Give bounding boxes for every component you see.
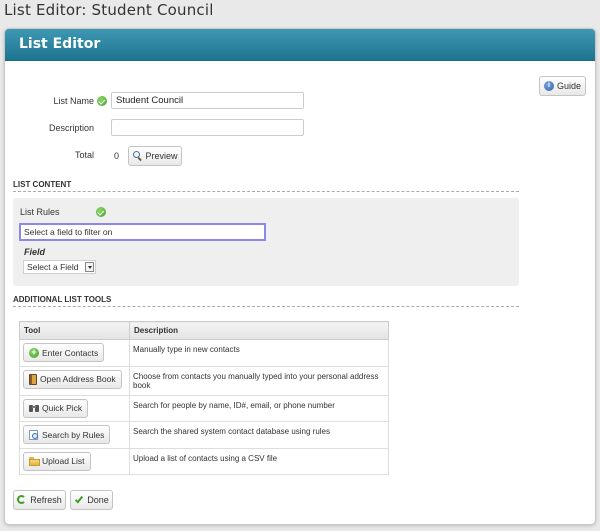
list-content-heading: LIST CONTENT	[13, 180, 72, 189]
enter-contacts-label: Enter Contacts	[42, 347, 99, 358]
open-address-book-button[interactable]: Open Address Book	[23, 369, 122, 389]
add-icon: +	[29, 347, 39, 358]
open-address-book-description: Choose from contacts you manually typed …	[129, 365, 389, 396]
card-title: List Editor	[19, 36, 101, 52]
filter-field-box[interactable]: Select a field to filter on	[19, 223, 266, 241]
table-row: Search by Rules Search the shared system…	[19, 421, 389, 449]
guide-button-label: Guide	[556, 81, 582, 91]
list-name-input[interactable]	[111, 92, 304, 109]
refresh-button[interactable]: Refresh	[13, 490, 66, 510]
done-button[interactable]: Done	[70, 490, 113, 510]
preview-button[interactable]: Preview	[128, 146, 182, 166]
page-title: List Editor: Student Council	[4, 1, 214, 19]
quick-pick-button[interactable]: Quick Pick	[23, 398, 89, 418]
search-rules-icon	[29, 429, 39, 440]
info-icon: i	[543, 81, 554, 91]
refresh-button-label: Refresh	[30, 495, 62, 505]
field-select[interactable]: Select a Field	[23, 260, 96, 274]
description-input[interactable]	[111, 119, 304, 136]
table-row: Quick Pick Search for people by name, ID…	[19, 394, 389, 422]
list-name-label: List Name	[53, 96, 94, 106]
tool-column-header: Tool	[19, 321, 130, 340]
preview-button-label: Preview	[145, 151, 178, 161]
enter-contacts-button[interactable]: + Enter Contacts	[23, 343, 105, 362]
list-rules-valid-icon	[96, 207, 106, 217]
description-column-header: Description	[129, 321, 389, 340]
enter-contacts-description: Manually type in new contacts	[129, 339, 389, 367]
field-label: Field	[24, 247, 46, 257]
quick-pick-label: Quick Pick	[42, 403, 83, 413]
search-by-rules-description: Search the shared system contact databas…	[129, 421, 389, 449]
table-row: Open Address Book Choose from contacts y…	[19, 365, 389, 396]
list-content-divider	[13, 191, 519, 192]
guide-button[interactable]: i Guide	[539, 76, 586, 96]
open-address-book-label: Open Address Book	[40, 374, 116, 384]
total-label: Total	[74, 150, 94, 160]
description-label: Description	[48, 123, 94, 133]
tools-table: Tool Description + Enter Contacts Manual…	[19, 321, 389, 475]
additional-tools-divider	[13, 306, 519, 307]
card-header: List Editor	[5, 29, 595, 61]
magnifier-icon	[132, 151, 143, 161]
additional-tools-heading: ADDITIONAL LIST TOOLS	[13, 295, 112, 304]
search-by-rules-button[interactable]: Search by Rules	[23, 425, 111, 444]
total-value: 0	[114, 151, 120, 161]
address-book-icon	[29, 373, 37, 385]
folder-icon	[29, 456, 40, 466]
tools-table-header: Tool Description	[19, 321, 389, 340]
done-button-label: Done	[87, 495, 109, 505]
search-by-rules-label: Search by Rules	[42, 429, 105, 440]
upload-list-label: Upload List	[42, 456, 85, 466]
list-name-valid-icon	[97, 96, 107, 106]
quick-pick-description: Search for people by name, ID#, email, o…	[129, 394, 389, 422]
refresh-icon	[17, 495, 27, 505]
table-row: + Enter Contacts Manually type in new co…	[19, 339, 389, 367]
list-rules-label: List Rules	[20, 207, 60, 217]
table-row: Upload List Upload a list of contacts us…	[19, 447, 389, 475]
field-select-value: Select a Field	[27, 262, 79, 272]
checkmark-icon	[74, 494, 84, 505]
upload-list-button[interactable]: Upload List	[23, 451, 91, 471]
chevron-down-icon	[85, 262, 94, 272]
upload-list-description: Upload a list of contacts using a CSV fi…	[129, 447, 389, 475]
binoculars-icon	[29, 403, 39, 413]
